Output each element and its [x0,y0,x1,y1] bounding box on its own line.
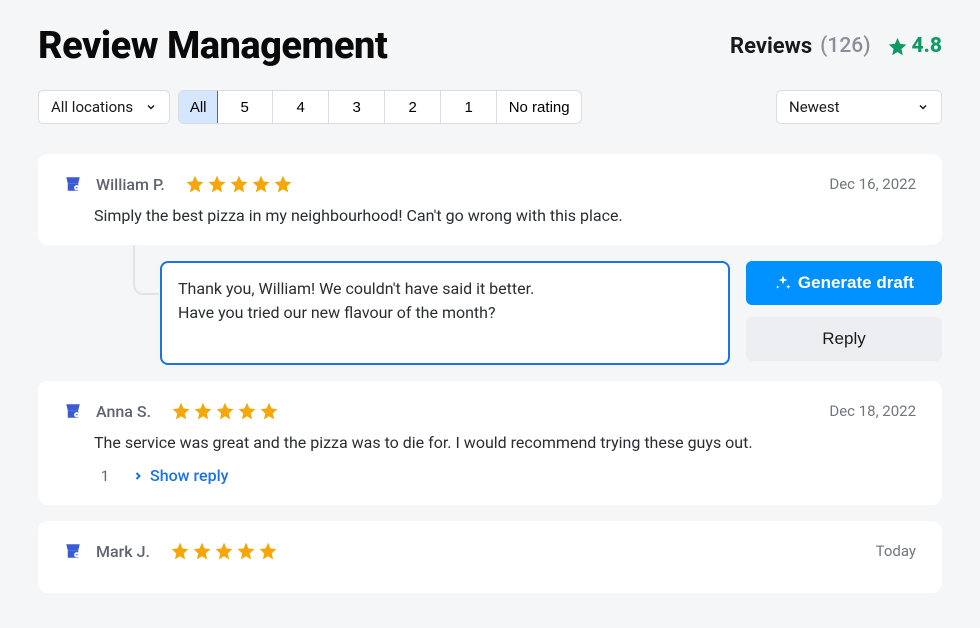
star-icon [193,401,213,421]
star-icon [273,174,293,194]
star-icon [215,401,235,421]
chevron-right-icon [132,470,144,482]
filter-5[interactable]: 5 [217,91,273,123]
review-card: Mark J. Today [38,521,942,593]
filter-1[interactable]: 1 [441,91,497,123]
star-icon [236,541,256,561]
star-icon [170,541,190,561]
page-title: Review Management [38,24,387,68]
reply-button[interactable]: Reply [746,317,942,361]
chevron-down-icon [145,101,157,113]
reply-connector [133,245,159,295]
review-text: The service was great and the pizza was … [94,433,916,452]
star-icon [171,401,191,421]
reviewer-name: William P. [96,175,165,194]
reply-area: Generate draft Reply [38,261,942,365]
filter-4[interactable]: 4 [273,91,329,123]
star-rating [185,174,293,194]
reviewer-name: Anna S. [96,402,151,421]
reviewer-name: Mark J. [96,542,150,561]
review-card: William P. Dec 16, 2022 Simply the best … [38,154,942,245]
star-icon [259,401,279,421]
review-date: Dec 18, 2022 [829,402,916,420]
star-icon [229,174,249,194]
star-icon [258,541,278,561]
show-reply-link[interactable]: Show reply [132,466,229,485]
page-header: Review Management Reviews (126) 4.8 [38,24,942,68]
reply-textarea[interactable] [160,261,730,365]
filter-no-rating[interactable]: No rating [497,91,581,123]
filter-all[interactable]: All [178,90,218,124]
review-text: Simply the best pizza in my neighbourhoo… [94,206,916,225]
rating-filter: All 5 4 3 2 1 No rating [178,90,582,124]
google-business-icon [64,402,82,420]
review-card: Anna S. Dec 18, 2022 The service was gre… [38,381,942,505]
generate-label: Generate draft [798,273,914,293]
reply-count: 1 [94,467,116,485]
reviews-label: Reviews [730,34,812,59]
star-icon [192,541,212,561]
review-date: Today [876,542,916,560]
star-rating [171,401,279,421]
star-icon [887,36,908,57]
location-select[interactable]: All locations [38,90,170,124]
google-business-icon [64,542,82,560]
star-icon [185,174,205,194]
show-reply-label: Show reply [150,466,229,485]
star-icon [251,174,271,194]
review-stats: Reviews (126) 4.8 [730,34,942,59]
star-icon [237,401,257,421]
sort-select[interactable]: Newest [776,90,942,124]
rating-badge: 4.8 [887,34,942,58]
star-icon [207,174,227,194]
generate-draft-button[interactable]: Generate draft [746,261,942,305]
review-date: Dec 16, 2022 [829,175,916,193]
rating-value: 4.8 [912,34,942,58]
sparkle-icon [774,274,792,292]
location-label: All locations [51,98,133,116]
reviews-count: (126) [820,34,870,58]
chevron-down-icon [917,101,929,113]
filter-3[interactable]: 3 [329,91,385,123]
sort-label: Newest [789,98,840,116]
star-icon [214,541,234,561]
controls-row: All locations All 5 4 3 2 1 No rating Ne… [38,90,942,124]
filter-2[interactable]: 2 [385,91,441,123]
google-business-icon [64,175,82,193]
star-rating [170,541,278,561]
